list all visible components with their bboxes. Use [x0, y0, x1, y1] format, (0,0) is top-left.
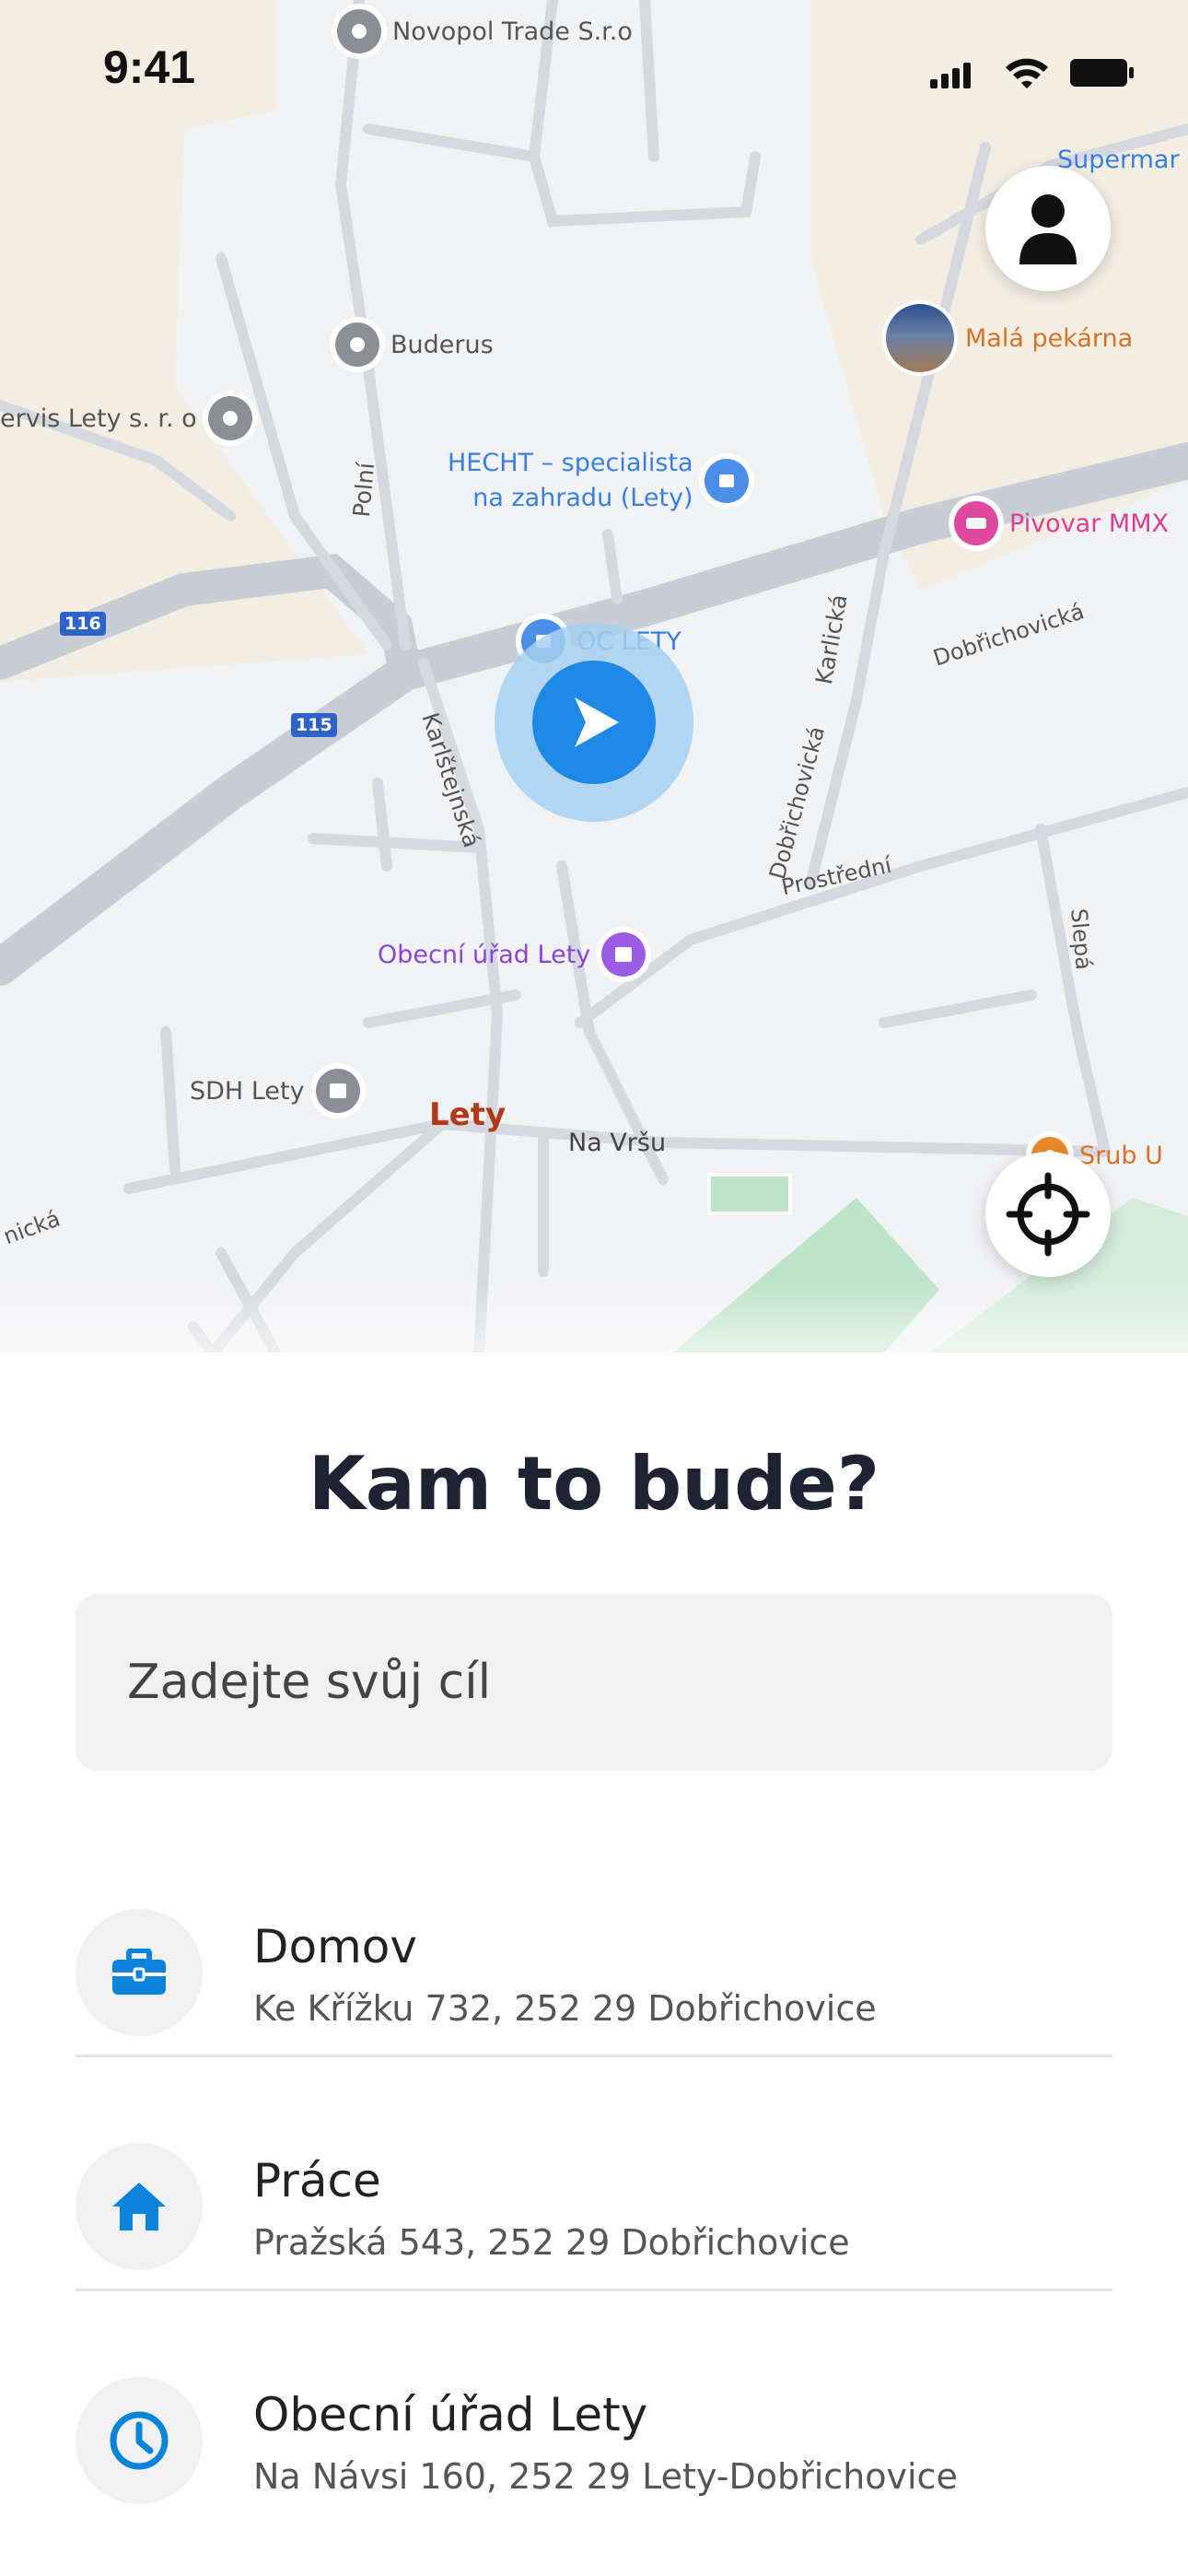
poi-label: Srub U	[1079, 1141, 1163, 1170]
poi-label: Obecní úřad Lety	[378, 940, 591, 969]
poi-sdh-lety[interactable]: SDH Lety	[190, 1069, 360, 1113]
street-label-polni: Polní	[348, 462, 380, 519]
place-name: Obecní úřad Lety	[253, 2388, 648, 2441]
poi-supermarket[interactable]: Supermar	[1057, 146, 1180, 174]
place-address: Na Návsi 160, 252 29 Lety-Dobřichovice	[253, 2456, 958, 2497]
poi-obecni-urad[interactable]: Obecní úřad Lety	[378, 932, 646, 977]
place-icon-circle	[76, 1909, 203, 2036]
map-fade	[0, 1281, 1188, 1352]
road-number-115: 115	[296, 715, 332, 735]
poi-mala-pekarna[interactable]: Malá pekárna	[886, 304, 1133, 372]
recent-place-obecni-urad[interactable]: Obecní úřad Lety Na Návsi 160, 252 29 Le…	[76, 2331, 1112, 2565]
poi-pivovar[interactable]: Pivovar MMX	[954, 501, 1169, 545]
poi-label: ervis Lety s. r. o	[0, 404, 197, 433]
place-name: Práce	[253, 2154, 381, 2207]
place-name: Domov	[253, 1920, 417, 1973]
place-icon-circle	[76, 2143, 203, 2270]
poi-label: Pivovar MMX	[1009, 509, 1169, 538]
destination-sheet: Kam to bude? Domov Ke Křížku 732, 252 29…	[0, 1352, 1188, 2576]
person-icon	[1019, 194, 1077, 264]
poi-label: Supermar	[1057, 146, 1180, 174]
poi-buderus[interactable]: Buderus	[335, 322, 494, 367]
navigation-arrow-icon	[575, 697, 619, 747]
poi-label: HECHT – specialista na zahradu (Lety)	[448, 446, 693, 516]
briefcase-icon	[112, 1949, 166, 1995]
wifi-icon	[1006, 58, 1048, 88]
lock-icon	[704, 459, 749, 503]
street-label-slepa: Slepá	[1066, 907, 1097, 971]
battery-icon	[1070, 59, 1134, 87]
bed-icon	[954, 501, 998, 545]
poi-pin-icon	[207, 396, 252, 440]
poi-label: SDH Lety	[190, 1076, 305, 1106]
home-icon	[112, 2183, 166, 2231]
road-number-116: 116	[64, 614, 101, 634]
place-address: Ke Křížku 732, 252 29 Dobřichovice	[253, 1988, 877, 2029]
building-icon	[601, 932, 646, 977]
poi-label-line: na zahradu (Lety)	[472, 484, 693, 512]
place-icon-circle	[76, 2377, 203, 2504]
poi-hecht[interactable]: HECHT – specialista na zahradu (Lety)	[448, 446, 749, 516]
street-label-na-vrsu: Na Vršu	[568, 1129, 667, 1157]
photo-thumbnail-icon	[886, 304, 954, 372]
current-location-dot	[532, 661, 656, 784]
poi-label: Malá pekárna	[965, 323, 1134, 353]
sheet-title: Kam to bude?	[308, 1441, 880, 1527]
signal-icon	[930, 63, 971, 88]
status-time: 9:41	[103, 41, 196, 93]
locate-me-button[interactable]	[985, 1152, 1111, 1277]
clock-icon	[110, 2411, 169, 2470]
status-bar: 9:41	[0, 0, 1188, 138]
fire-station-icon	[315, 1069, 360, 1113]
poi-servis-lety[interactable]: ervis Lety s. r. o	[0, 396, 252, 440]
saved-place-home[interactable]: Domov Ke Křížku 732, 252 29 Dobřichovice	[76, 1863, 1112, 2097]
poi-label-line: HECHT – specialista	[448, 449, 693, 477]
town-label: Lety	[429, 1096, 507, 1133]
divider	[76, 2055, 1112, 2057]
crosshair-icon	[1006, 1172, 1090, 1257]
profile-button[interactable]	[985, 166, 1111, 291]
map-view[interactable]: 116 115 Polní Karlštejnská Karlická Dobř…	[0, 0, 1188, 1352]
saved-place-work[interactable]: Práce Pražská 543, 252 29 Dobřichovice	[76, 2097, 1112, 2331]
place-address: Pražská 543, 252 29 Dobřichovice	[253, 2222, 850, 2263]
divider	[76, 2289, 1112, 2291]
poi-pin-icon	[335, 322, 379, 367]
poi-label: Buderus	[390, 330, 494, 359]
destination-search-input[interactable]	[76, 1594, 1112, 1771]
